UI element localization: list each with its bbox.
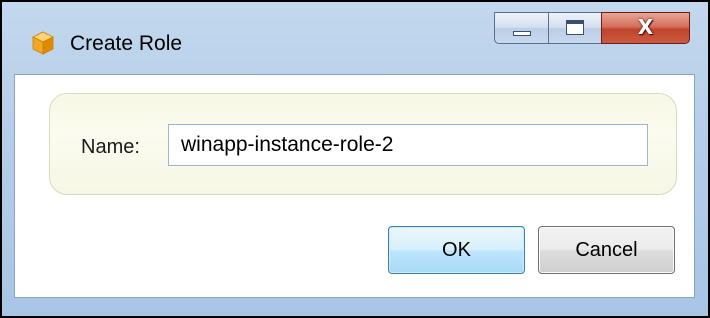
title-bar[interactable]: Create Role X bbox=[2, 2, 708, 76]
name-groupbox: Name: bbox=[49, 93, 677, 195]
close-button[interactable]: X bbox=[601, 12, 690, 44]
close-icon: X bbox=[637, 15, 654, 39]
caption-buttons: X bbox=[494, 12, 690, 46]
dialog-content: Name: OK Cancel bbox=[14, 74, 695, 298]
cancel-button[interactable]: Cancel bbox=[538, 226, 675, 274]
minimize-button[interactable] bbox=[494, 12, 548, 44]
create-role-dialog: Create Role X Name: OK Cancel bbox=[0, 0, 710, 318]
window-title: Create Role bbox=[70, 32, 183, 55]
app-cube-icon bbox=[32, 31, 54, 55]
role-name-input[interactable] bbox=[168, 124, 648, 166]
name-label: Name: bbox=[81, 136, 140, 158]
ok-button[interactable]: OK bbox=[388, 226, 525, 274]
maximize-button[interactable] bbox=[548, 12, 601, 44]
maximize-icon bbox=[566, 20, 584, 35]
minimize-icon bbox=[513, 31, 531, 36]
